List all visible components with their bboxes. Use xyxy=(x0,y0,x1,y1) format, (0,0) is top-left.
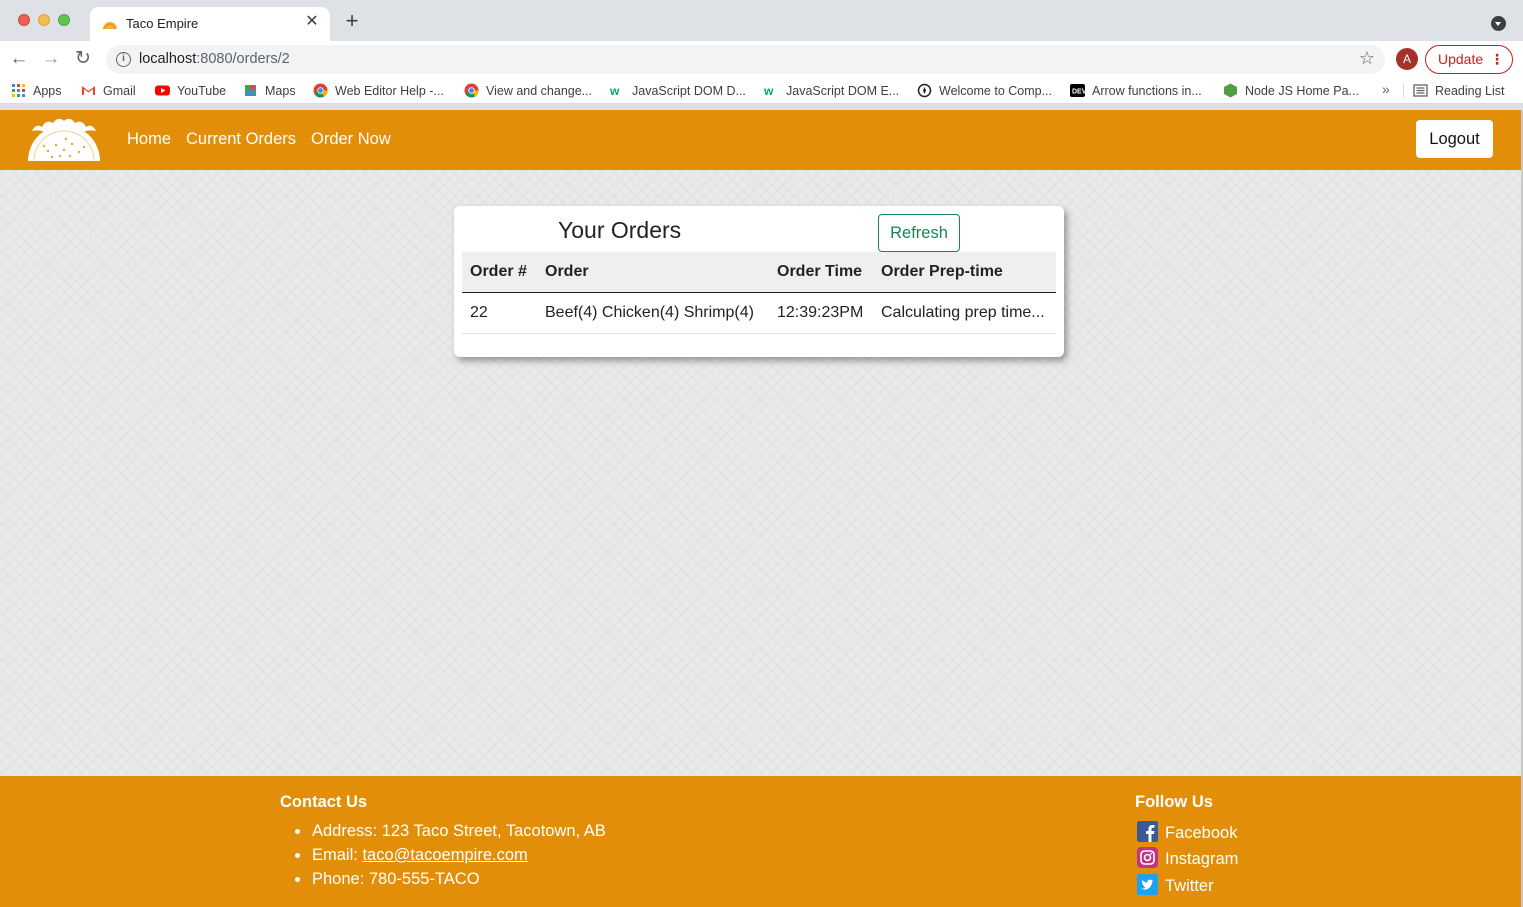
chrome-icon xyxy=(464,83,479,98)
contact-list: Address: 123 Taco Street, Tacotown, AB E… xyxy=(295,821,606,893)
tab-close-icon[interactable]: ✕ xyxy=(303,13,321,31)
tab-title: Taco Empire xyxy=(126,16,199,31)
url-text: localhost:8080/orders/2 xyxy=(139,51,290,67)
nav-home-link[interactable]: Home xyxy=(127,130,171,149)
bookmark-maps[interactable]: Maps xyxy=(243,83,296,99)
bookmark-welcome-to-comp[interactable]: Welcome to Comp... xyxy=(917,83,1052,99)
table-header-row: Order # Order Order Time Order Prep-time xyxy=(462,252,1056,293)
update-button[interactable]: Update ⋮ xyxy=(1425,45,1513,74)
svg-text:DEV: DEV xyxy=(1072,89,1085,96)
profile-avatar[interactable]: A xyxy=(1396,48,1418,70)
zoom-window-button[interactable] xyxy=(58,14,70,26)
taco-favicon-icon xyxy=(103,22,117,30)
column-header-prep-time: Order Prep-time xyxy=(873,252,1056,293)
email-item: Email: taco@tacoempire.com xyxy=(295,845,606,869)
prep-time-cell: Calculating prep time... xyxy=(873,292,1056,334)
reload-icon[interactable]: ↻ xyxy=(72,48,94,70)
orders-table: Order # Order Order Time Order Prep-time… xyxy=(462,252,1056,334)
apps-grid-icon xyxy=(12,84,25,97)
chrome-icon xyxy=(313,83,328,98)
contact-heading: Contact Us xyxy=(280,793,368,811)
logout-button[interactable]: Logout xyxy=(1416,120,1493,158)
tab-search-icon[interactable] xyxy=(1491,16,1506,31)
email-link[interactable]: taco@tacoempire.com xyxy=(362,846,527,864)
order-number-cell: 22 xyxy=(462,292,537,334)
instagram-link[interactable]: Instagram xyxy=(1137,847,1238,869)
twitter-link[interactable]: Twitter xyxy=(1137,874,1214,896)
reading-list[interactable]: Reading List xyxy=(1413,83,1505,99)
svg-text:w: w xyxy=(610,84,620,98)
nav-order-now-link[interactable]: Order Now xyxy=(311,130,391,149)
reading-list-icon xyxy=(1413,84,1428,97)
bookmark-web-editor-help[interactable]: Web Editor Help -... xyxy=(313,83,444,99)
column-header-order: Order xyxy=(537,252,769,293)
compass-icon xyxy=(917,83,932,98)
bookmark-apps[interactable]: Apps xyxy=(11,83,62,99)
address-bar[interactable]: i localhost:8080/orders/2 ☆ xyxy=(106,45,1385,74)
new-tab-button[interactable]: + xyxy=(342,10,362,32)
minimize-window-button[interactable] xyxy=(38,14,50,26)
order-time-cell: 12:39:23PM xyxy=(769,292,873,334)
follow-heading: Follow Us xyxy=(1135,793,1213,811)
bookmark-arrow-functions[interactable]: DEV Arrow functions in... xyxy=(1070,83,1202,99)
gmail-icon xyxy=(82,86,95,95)
site-info-icon[interactable]: i xyxy=(116,52,131,67)
orders-title: Your Orders xyxy=(558,217,682,243)
w3schools-icon: w xyxy=(610,84,620,98)
site-navbar: Home Current Orders Order Now Logout xyxy=(0,110,1521,170)
bookmark-js-dom-e[interactable]: w JavaScript DOM E... xyxy=(764,83,899,99)
menu-dots-icon: ⋮ xyxy=(1490,51,1504,67)
twitter-icon xyxy=(1137,874,1158,895)
nav-current-orders-link[interactable]: Current Orders xyxy=(186,130,296,149)
page-content: Home Current Orders Order Now Logout You… xyxy=(0,110,1521,907)
table-row: 22 Beef(4) Chicken(4) Shrimp(4) 12:39:23… xyxy=(462,292,1056,334)
youtube-icon xyxy=(155,85,170,96)
order-items-cell: Beef(4) Chicken(4) Shrimp(4) xyxy=(537,292,769,334)
bookmarks-bar: Apps Gmail YouTube Maps Web Editor Help … xyxy=(0,78,1523,104)
bookmark-separator xyxy=(1403,83,1404,99)
bookmark-gmail[interactable]: Gmail xyxy=(81,83,136,99)
forward-arrow-icon[interactable]: → xyxy=(40,48,62,70)
bookmark-view-and-change[interactable]: View and change... xyxy=(464,83,592,99)
dev-icon: DEV xyxy=(1070,84,1085,97)
bookmark-star-icon[interactable]: ☆ xyxy=(1359,48,1375,69)
facebook-link[interactable]: Facebook xyxy=(1137,821,1237,843)
browser-tab[interactable]: Taco Empire ✕ xyxy=(90,7,330,41)
nodejs-icon xyxy=(1224,83,1237,98)
column-header-order-number: Order # xyxy=(462,252,537,293)
facebook-icon xyxy=(1137,821,1158,842)
orders-card: Your Orders Refresh Order # Order Order … xyxy=(454,206,1064,357)
phone-item: Phone: 780-555-TACO xyxy=(295,869,606,893)
column-header-order-time: Order Time xyxy=(769,252,873,293)
browser-tab-bar: Taco Empire ✕ + xyxy=(0,0,1523,41)
more-bookmarks-icon[interactable]: » xyxy=(1382,81,1390,97)
bookmark-youtube[interactable]: YouTube xyxy=(155,83,226,99)
bookmark-js-dom-d[interactable]: w JavaScript DOM D... xyxy=(610,83,746,99)
back-arrow-icon[interactable]: ← xyxy=(8,48,30,70)
w3schools-icon: w xyxy=(764,84,774,98)
site-footer: Contact Us Address: 123 Taco Street, Tac… xyxy=(0,776,1521,907)
refresh-button[interactable]: Refresh xyxy=(878,214,960,252)
browser-toolbar: ← → ↻ i localhost:8080/orders/2 ☆ A Upda… xyxy=(0,41,1523,78)
svg-text:w: w xyxy=(764,84,774,98)
instagram-icon xyxy=(1137,847,1158,868)
close-window-button[interactable] xyxy=(18,14,30,26)
taco-logo-icon[interactable] xyxy=(26,117,102,163)
bookmark-node-js[interactable]: Node JS Home Pa... xyxy=(1223,83,1359,99)
maps-icon xyxy=(245,85,256,96)
address-item: Address: 123 Taco Street, Tacotown, AB xyxy=(295,821,606,845)
